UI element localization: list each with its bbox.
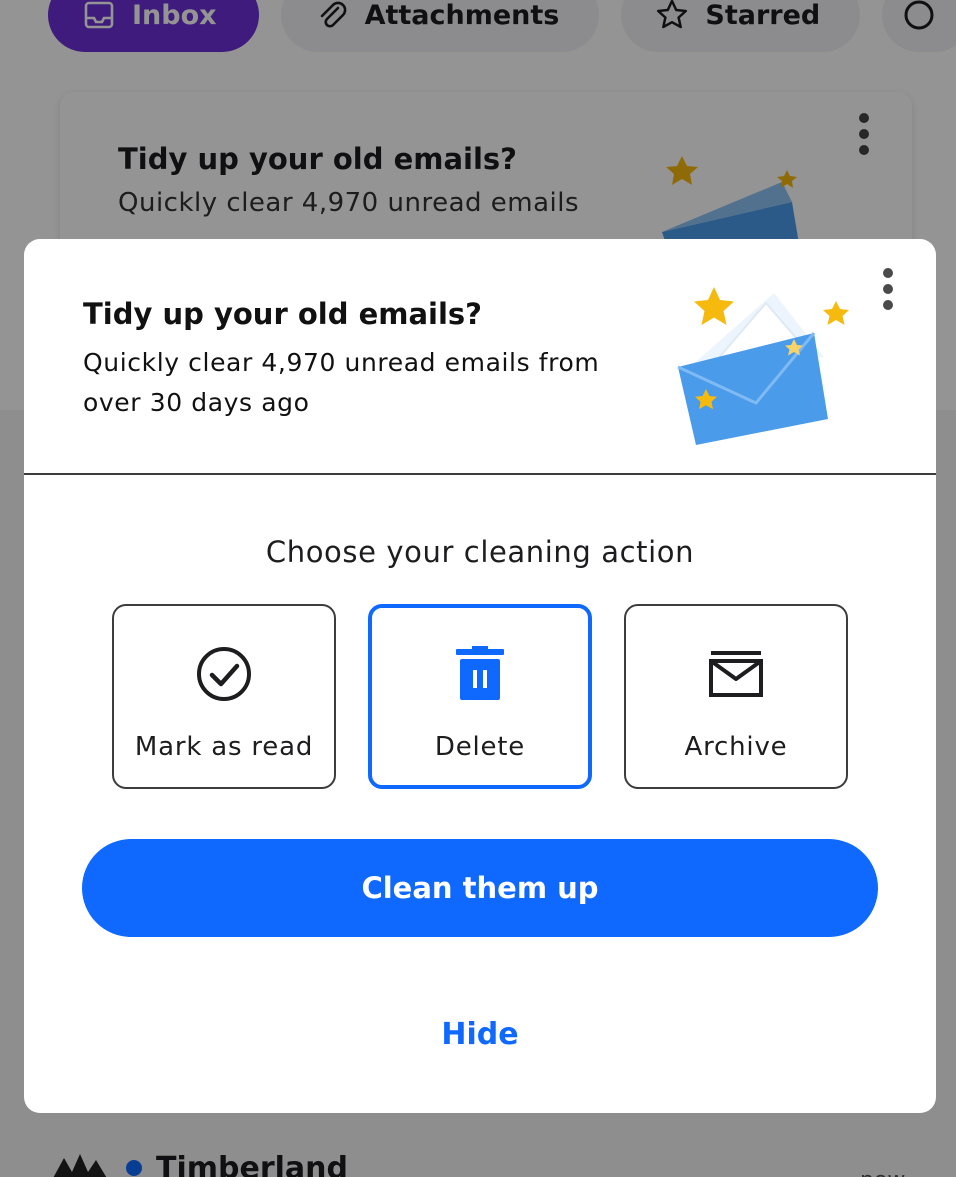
choose-action-label: Choose your cleaning action: [265, 535, 695, 569]
dialog-header: Tidy up your old emails? Quickly clear 4…: [24, 239, 936, 475]
archive-label: Archive: [684, 732, 788, 762]
envelope-stars-illustration: [666, 283, 866, 457]
mark-as-read-option[interactable]: Mark as read: [112, 604, 336, 789]
delete-label: Delete: [434, 732, 526, 762]
archive-option[interactable]: Archive: [624, 604, 848, 789]
delete-option[interactable]: Delete: [368, 604, 592, 789]
cleaning-actions: Mark as read Delete Archive: [112, 604, 848, 789]
dialog-title: Tidy up your old emails?: [83, 297, 482, 331]
dialog-more-icon[interactable]: [882, 267, 894, 315]
clean-them-up-button[interactable]: Clean them up: [82, 839, 878, 937]
mark-as-read-label: Mark as read: [134, 732, 314, 762]
archive-icon: [707, 644, 765, 704]
cleanup-dialog: Tidy up your old emails? Quickly clear 4…: [24, 239, 936, 1113]
dialog-subtitle: Quickly clear 4,970 unread emails from o…: [83, 348, 600, 417]
hide-link[interactable]: Hide: [24, 1017, 936, 1052]
trash-icon: [454, 644, 506, 704]
check-circle-icon: [195, 644, 253, 704]
